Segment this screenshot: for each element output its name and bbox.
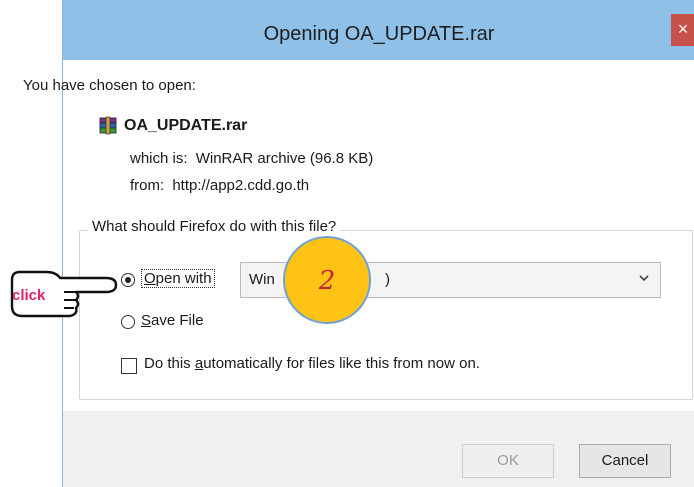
close-button[interactable]: × (671, 14, 694, 46)
step-number: 2 (318, 266, 336, 296)
step-number-badge: 2 (283, 236, 371, 324)
ok-button[interactable]: OK (462, 444, 554, 478)
cancel-button[interactable]: Cancel (579, 444, 671, 478)
file-row: OA_UPDATE.rar (98, 115, 247, 137)
file-source-value: http://app2.cdd.go.th (172, 177, 310, 194)
save-file-label[interactable]: Save File (141, 312, 204, 329)
group-title: What should Firefox do with this file? (88, 218, 341, 235)
select-value-left: Win (249, 271, 275, 288)
close-icon: × (677, 19, 689, 39)
winrar-archive-icon (99, 116, 117, 135)
chevron-down-icon (639, 275, 649, 282)
dialog-title: Opening OA_UPDATE.rar (263, 23, 495, 45)
file-type-line: which is: WinRAR archive (96.8 KB) (130, 150, 373, 167)
which-is-label: which is: (130, 150, 188, 167)
click-label: click (12, 287, 46, 304)
file-name: OA_UPDATE.rar (124, 117, 248, 134)
intro-text: You have chosen to open: (23, 77, 196, 94)
auto-checkbox-label[interactable]: Do this automatically for files like thi… (144, 355, 480, 372)
select-value-right: ) (385, 271, 390, 288)
open-with-label[interactable]: Open with (141, 269, 215, 288)
file-source-line: from: http://app2.cdd.go.th (130, 177, 309, 194)
from-label: from: (130, 177, 165, 194)
file-type-value: WinRAR archive (96.8 KB) (195, 150, 374, 167)
auto-checkbox[interactable] (121, 358, 137, 374)
